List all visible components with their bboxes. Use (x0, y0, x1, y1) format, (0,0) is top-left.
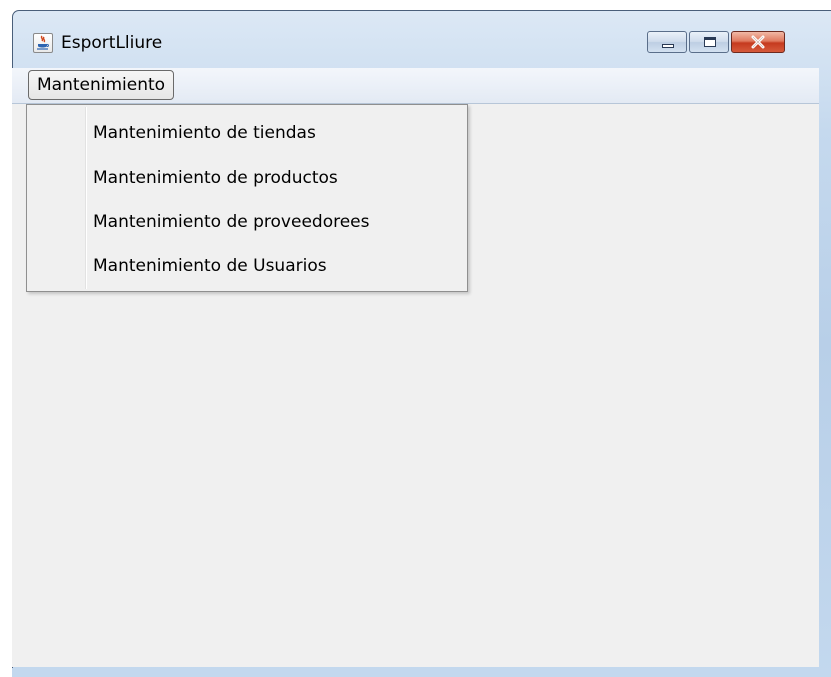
menu-bar: Mantenimiento (12, 56, 819, 104)
close-button[interactable] (731, 31, 785, 53)
minimize-button[interactable] (647, 31, 687, 53)
minimize-icon (662, 44, 674, 48)
maximize-icon (704, 37, 716, 47)
menu-mantenimiento[interactable]: Mantenimiento (28, 70, 175, 100)
menu-item-proveedores[interactable]: Mantenimiento de proveedorees (93, 207, 370, 237)
mantenimiento-dropdown-menu: Mantenimiento de tiendas Mantenimiento d… (26, 104, 468, 292)
menu-item-usuarios[interactable]: Mantenimiento de Usuarios (93, 251, 327, 281)
java-cup-icon[interactable] (33, 33, 53, 53)
window-title: EsportLliure (61, 33, 163, 53)
window-bottom-border (12, 668, 819, 677)
menu-icon-gutter (85, 107, 87, 289)
menu-item-tiendas[interactable]: Mantenimiento de tiendas (93, 118, 316, 148)
menu-item-productos[interactable]: Mantenimiento de productos (93, 163, 338, 193)
close-icon (732, 32, 784, 52)
maximize-button[interactable] (689, 31, 729, 53)
